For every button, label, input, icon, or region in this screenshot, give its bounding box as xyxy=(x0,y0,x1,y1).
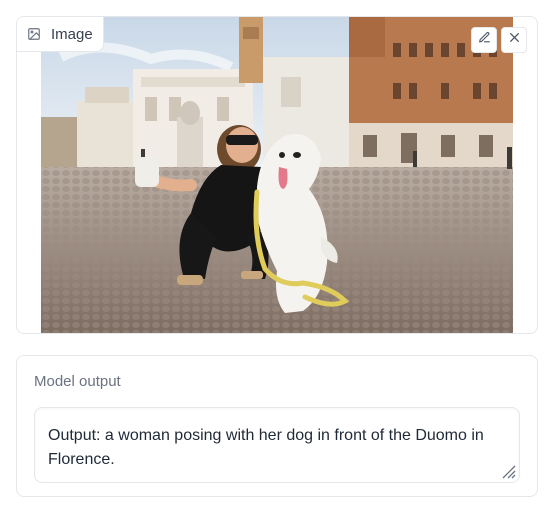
pencil-icon xyxy=(478,31,491,49)
image-icon xyxy=(27,27,41,41)
model-output-text: Output: a woman posing with her dog in f… xyxy=(48,427,484,468)
resize-handle-icon[interactable] xyxy=(500,463,516,479)
image-label: Image xyxy=(17,17,104,52)
model-output-textbox[interactable]: Output: a woman posing with her dog in f… xyxy=(34,407,520,483)
edit-button[interactable] xyxy=(471,27,497,53)
uploaded-photo xyxy=(41,17,513,333)
model-output-component: Model output Output: a woman posing with… xyxy=(16,355,538,497)
image-component: Image xyxy=(16,16,538,334)
close-icon xyxy=(508,31,521,49)
clear-button[interactable] xyxy=(501,27,527,53)
app-page: Image Model output Output: a woman posin… xyxy=(0,0,560,507)
model-output-label: Model output xyxy=(34,373,121,390)
image-toolbar xyxy=(471,27,527,53)
image-label-text: Image xyxy=(51,25,93,43)
